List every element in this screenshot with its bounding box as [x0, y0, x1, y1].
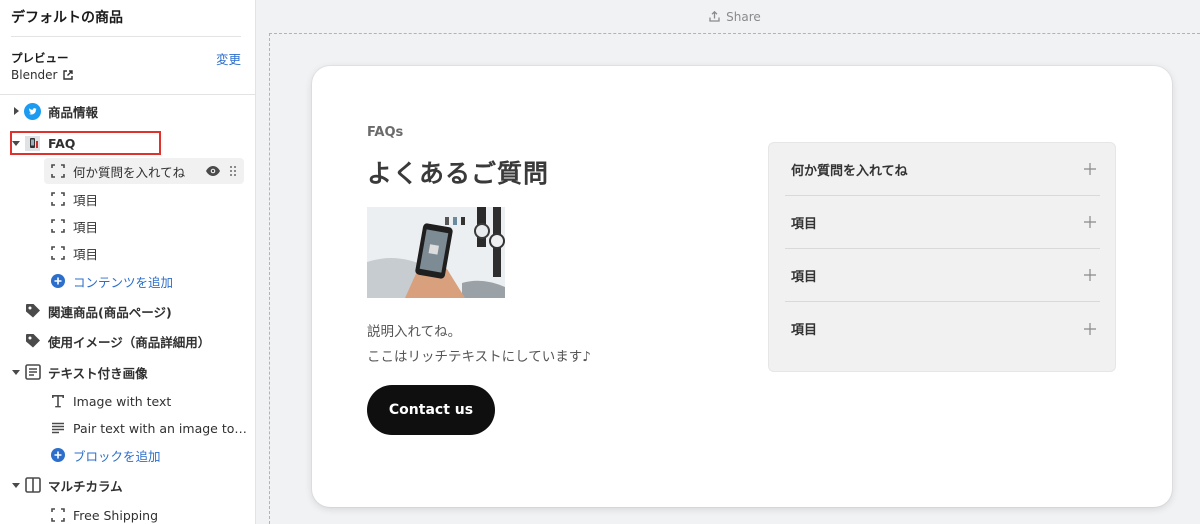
section-multicolumn[interactable]: マルチカラム — [0, 472, 255, 498]
section-image-with-text[interactable]: テキスト付き画像 — [0, 359, 255, 385]
tag-icon — [24, 303, 41, 320]
page-title: デフォルトの商品 — [11, 10, 123, 26]
plus-icon — [1084, 163, 1096, 175]
preview-product-link[interactable]: Blender — [11, 68, 73, 82]
section-faq[interactable]: FAQ — [0, 130, 255, 156]
block-frame-icon — [49, 507, 66, 524]
preview-label: プレビュー — [11, 51, 69, 65]
block-frame-icon — [49, 218, 66, 235]
caret-down-icon[interactable] — [11, 367, 21, 377]
faq-accordion: 何か質問を入れてね 項目 項目 項目 — [768, 142, 1116, 372]
caret-down-icon[interactable] — [11, 138, 21, 148]
faq-question: 項目 — [791, 269, 818, 285]
faq-question: 何か質問を入れてね — [791, 163, 908, 179]
divider — [11, 36, 241, 37]
divider — [0, 94, 255, 95]
faq-block-item[interactable]: 項目 — [0, 186, 255, 212]
text-block-icon — [24, 364, 41, 381]
faq-block-item[interactable]: 何か質問を入れてね — [44, 158, 244, 184]
faq-thumbnail-icon — [24, 135, 41, 152]
block-label: Pair text with an image to focus on your… — [73, 420, 248, 436]
contact-us-button[interactable]: Contact us — [367, 385, 495, 435]
preview-product-name: Blender — [11, 68, 58, 82]
block-label: 項目 — [73, 219, 99, 235]
share-label: Share — [726, 9, 761, 24]
share-button[interactable]: Share — [270, 0, 1200, 33]
image-text-block-item[interactable]: Image with text — [0, 388, 255, 414]
paragraph-lines-icon — [49, 420, 66, 437]
block-label: 何か質問を入れてね — [73, 164, 186, 180]
external-link-icon — [62, 70, 73, 80]
change-preview-link[interactable]: 変更 — [216, 49, 241, 68]
section-usage-image[interactable]: 使用イメージ（商品詳細用） — [0, 328, 255, 354]
description-line: ここはリッチテキストにしています♪ — [367, 349, 591, 365]
share-icon — [709, 11, 720, 22]
caret-right-icon[interactable] — [11, 106, 21, 116]
faq-block-item[interactable]: 項目 — [0, 213, 255, 239]
section-product-info[interactable]: 商品情報 — [0, 98, 255, 124]
faq-heading: よくあるご質問 — [367, 159, 550, 188]
block-label: Free Shipping — [73, 507, 159, 523]
block-label: Image with text — [73, 393, 172, 409]
plus-circle-icon — [49, 447, 66, 464]
block-label: 項目 — [73, 246, 99, 262]
multicolumn-block-item[interactable]: Free Shipping — [0, 502, 255, 524]
twitter-bird-icon — [24, 102, 41, 120]
text-type-icon — [49, 393, 66, 410]
faq-accordion-item[interactable]: 項目 — [785, 249, 1100, 302]
section-label: FAQ — [48, 135, 76, 151]
description-line: 説明入れてね。 — [367, 324, 462, 340]
add-block-button[interactable]: ブロックを追加 — [0, 442, 255, 468]
section-label: テキスト付き画像 — [48, 365, 148, 381]
caret-down-icon[interactable] — [11, 480, 21, 490]
faq-product-image — [367, 207, 505, 298]
preview-frame-border — [269, 33, 270, 524]
plus-icon — [1084, 269, 1096, 281]
preview-frame-border — [269, 33, 1200, 34]
eye-icon[interactable] — [206, 166, 220, 176]
faq-question: 項目 — [791, 216, 818, 232]
section-label: 使用イメージ（商品詳細用） — [48, 334, 211, 350]
section-label: マルチカラム — [48, 478, 123, 494]
add-content-label: コンテンツを追加 — [73, 274, 174, 290]
drag-handle-icon[interactable] — [230, 166, 236, 176]
faq-kicker: FAQs — [367, 125, 404, 140]
faq-description: 説明入れてね。 ここはリッチテキストにしています♪ — [367, 320, 591, 370]
section-related-products[interactable]: 関連商品(商品ページ) — [0, 298, 255, 324]
block-frame-icon — [49, 245, 66, 262]
section-label: 商品情報 — [48, 104, 99, 120]
plus-icon — [1084, 216, 1096, 228]
plus-circle-icon — [49, 273, 66, 290]
theme-editor-sidebar: デフォルトの商品 プレビュー 変更 Blender 商品情報 FAQ 何か質問を… — [0, 0, 256, 524]
image-text-block-item[interactable]: Pair text with an image to focus on your… — [0, 415, 255, 441]
faq-question: 項目 — [791, 323, 818, 338]
tag-icon — [24, 333, 41, 350]
add-block-label: ブロックを追加 — [73, 448, 161, 464]
block-frame-icon — [49, 191, 66, 208]
faq-block-item[interactable]: 項目 — [0, 240, 255, 266]
faq-accordion-item[interactable]: 項目 — [785, 302, 1100, 355]
block-actions — [206, 166, 236, 176]
columns-icon — [24, 477, 41, 494]
plus-icon — [1084, 322, 1096, 335]
faq-accordion-item[interactable]: 何か質問を入れてね — [785, 143, 1100, 196]
faq-section-card: FAQs よくあるご質問 説明入れてね。 ここはリッチテキストにしています♪ C… — [312, 66, 1172, 507]
add-content-button[interactable]: コンテンツを追加 — [0, 268, 255, 294]
section-label: 関連商品(商品ページ) — [48, 304, 172, 320]
faq-accordion-item[interactable]: 項目 — [785, 196, 1100, 249]
block-frame-icon — [49, 163, 66, 180]
block-label: 項目 — [73, 192, 99, 208]
